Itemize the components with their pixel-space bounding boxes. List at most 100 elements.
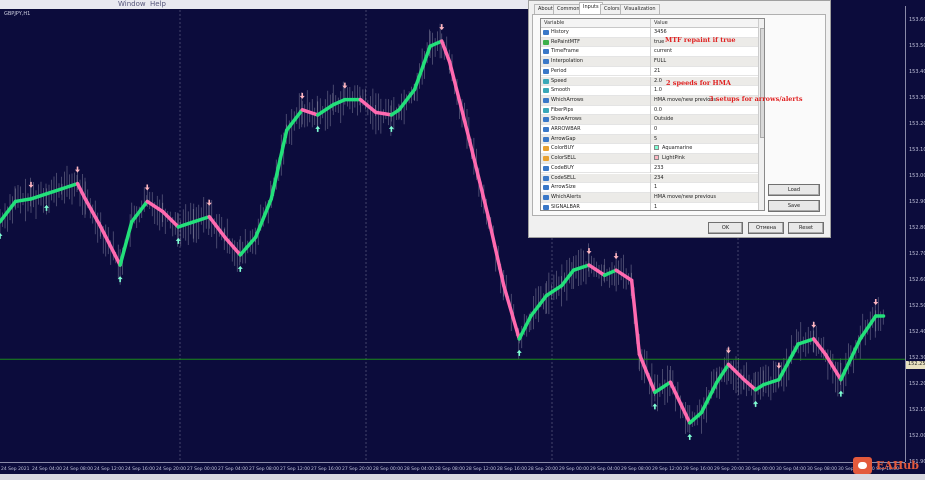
x-tick-label: 27 Sep 04:00 xyxy=(218,467,249,472)
column-header-variable[interactable]: Variable xyxy=(541,19,650,28)
input-value[interactable]: Outside xyxy=(650,115,673,125)
buy-arrow-icon xyxy=(237,265,243,272)
price-axis xyxy=(905,6,906,462)
input-row[interactable]: FiberPips 0.0 xyxy=(541,105,758,116)
menu-window[interactable]: Window xyxy=(118,0,146,9)
input-value-text: Aquamarine xyxy=(662,145,693,152)
save-button[interactable]: Save xyxy=(768,200,820,212)
sell-arrow-icon xyxy=(144,184,150,191)
int-type-icon xyxy=(543,194,549,200)
color-type-icon xyxy=(543,156,549,162)
input-value-text: LightPink xyxy=(662,155,685,162)
int-type-icon xyxy=(543,136,549,142)
input-row[interactable]: ShowArrows Outside xyxy=(541,115,758,125)
input-value-text: 0 xyxy=(654,126,658,132)
annotation-hma-speeds: 2 speeds for HMA xyxy=(666,79,731,87)
input-variable: Period xyxy=(551,67,567,74)
x-tick-label: 29 Sep 08:00 xyxy=(621,467,652,472)
input-row[interactable]: TimeFrame current xyxy=(541,47,758,58)
input-value[interactable]: 1.0 xyxy=(650,86,662,96)
x-tick-label: 30 Sep 08:00 xyxy=(807,467,838,472)
input-row[interactable]: CodeBUY 233 xyxy=(541,163,758,174)
x-tick-label: 28 Sep 12:00 xyxy=(466,467,497,472)
x-tick-label: 28 Sep 20:00 xyxy=(528,467,559,472)
input-variable: Speed xyxy=(551,77,567,84)
reset-button[interactable]: Reset xyxy=(788,222,824,234)
input-value-text: 21 xyxy=(654,67,661,74)
eahub-watermark: EAHub xyxy=(853,456,919,474)
cancel-button[interactable]: Отмена xyxy=(748,222,784,234)
buy-arrow-icon xyxy=(516,349,522,356)
eahub-logo-icon xyxy=(853,456,872,474)
input-value[interactable]: 5 xyxy=(650,134,658,145)
buy-arrow-icon xyxy=(687,433,693,440)
input-value-text: FULL xyxy=(654,58,667,65)
input-value[interactable]: current xyxy=(650,47,672,58)
input-value-text: HMA move/new previous xyxy=(654,96,717,103)
input-row[interactable]: Period 21 xyxy=(541,66,758,77)
input-value[interactable]: 21 xyxy=(650,66,661,77)
color-swatch xyxy=(654,155,659,161)
input-value[interactable]: 0 xyxy=(650,125,657,135)
input-row[interactable]: WhichAlerts HMA move/new previous xyxy=(541,192,758,203)
x-tick-label: 28 Sep 08:00 xyxy=(435,467,466,472)
menu-help[interactable]: Help xyxy=(150,0,166,9)
input-value[interactable]: 1 xyxy=(650,202,657,210)
input-variable: WhichArrows xyxy=(551,96,584,103)
input-row[interactable]: Interpolation FULL xyxy=(541,57,758,67)
input-variable: FiberPips xyxy=(551,106,574,113)
input-value[interactable]: 1 xyxy=(650,183,657,193)
input-value[interactable]: Aquamarine xyxy=(650,144,693,155)
input-row[interactable]: ColorSELL LightPink xyxy=(541,154,758,164)
buy-arrow-icon xyxy=(652,403,658,410)
int-type-icon xyxy=(543,175,549,181)
input-row[interactable]: ARROWBAR 0 xyxy=(541,125,758,135)
input-value[interactable]: 0.0 xyxy=(650,105,662,116)
input-row[interactable]: ArrowSize 1 xyxy=(541,183,758,193)
input-row[interactable]: ArrowGap 5 xyxy=(541,134,758,145)
x-tick-label: 24 Sep 16:00 xyxy=(125,467,156,472)
x-tick-label: 28 Sep 16:00 xyxy=(497,467,528,472)
sell-arrow-icon xyxy=(75,166,80,173)
input-variable: Interpolation xyxy=(551,58,583,65)
sell-arrow-icon xyxy=(613,253,619,260)
input-value[interactable]: HMA move/new previous xyxy=(650,95,717,106)
input-value-text: 5 xyxy=(654,135,658,142)
input-row[interactable]: ColorBUY Aquamarine xyxy=(541,144,758,155)
input-value[interactable]: 233 xyxy=(650,163,664,174)
input-value[interactable]: 234 xyxy=(650,173,664,184)
indicator-properties-dialog: About Common Inputs Colors Visualization… xyxy=(528,0,831,238)
table-scrollbar[interactable] xyxy=(758,19,764,210)
input-value[interactable]: 2.0 xyxy=(650,76,662,87)
x-tick-label: 27 Sep 20:00 xyxy=(342,467,373,472)
input-row[interactable]: SIGNALBAR 1 xyxy=(541,202,758,210)
y-tick-label: 152.80 xyxy=(909,225,925,231)
scrollbar-thumb[interactable] xyxy=(760,28,764,138)
hma-down-segment xyxy=(486,214,506,288)
input-value-text: true xyxy=(654,38,665,45)
x-tick-label: 30 Sep 00:00 xyxy=(745,467,776,472)
column-header-value[interactable]: Value xyxy=(650,19,758,28)
input-value[interactable]: LightPink xyxy=(650,154,685,164)
int-type-icon xyxy=(543,49,549,55)
bool-type-icon xyxy=(543,39,549,45)
input-variable: WhichAlerts xyxy=(551,193,581,200)
ok-button[interactable]: OK xyxy=(708,222,743,234)
input-value[interactable]: true xyxy=(650,37,665,48)
input-value-text: 1.0 xyxy=(654,87,662,94)
input-row[interactable]: CodeSELL 234 xyxy=(541,173,758,184)
color-type-icon xyxy=(543,146,549,152)
y-tick-label: 153.50 xyxy=(909,43,925,49)
load-button[interactable]: Load xyxy=(768,184,820,196)
tab-visualization[interactable]: Visualization xyxy=(620,4,660,14)
double-type-icon xyxy=(543,78,549,84)
input-value[interactable]: HMA move/new previous xyxy=(650,192,716,203)
input-variable: ColorSELL xyxy=(551,155,576,162)
input-value[interactable]: FULL xyxy=(650,57,666,67)
int-type-icon xyxy=(543,204,549,210)
input-value-text: Outside xyxy=(654,116,674,123)
y-tick-label: 152.40 xyxy=(909,329,925,335)
input-variable: CodeBUY xyxy=(551,164,574,171)
int-type-icon xyxy=(543,185,549,191)
menu-bar: Window Help xyxy=(0,0,528,9)
